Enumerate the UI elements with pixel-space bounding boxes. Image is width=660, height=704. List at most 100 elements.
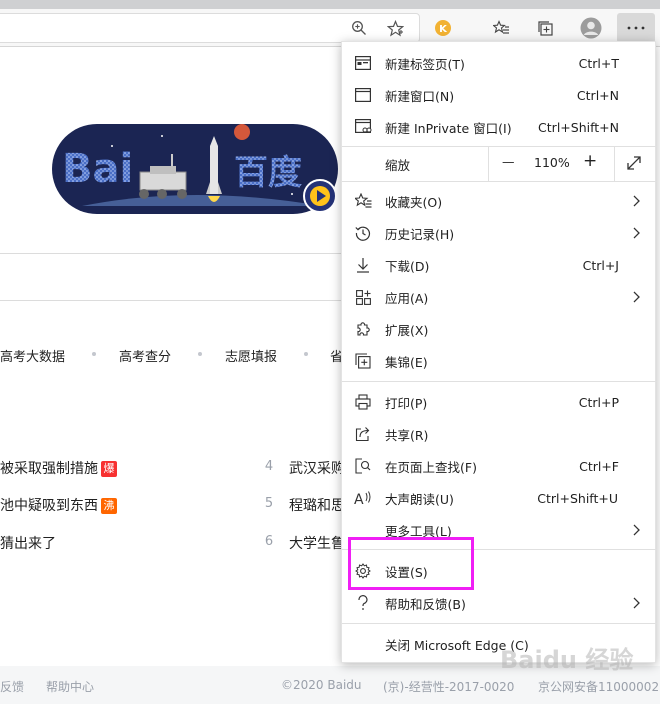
news-item-text: 猜出来了 — [0, 536, 56, 552]
news-item[interactable]: 池中疑吸到东西沸 — [0, 495, 117, 515]
footer-copyright: ©2020 Baidu — [281, 678, 362, 692]
separator-dot — [304, 352, 308, 356]
chevron-right-icon — [633, 524, 640, 536]
menu-item-label: 新建标签页(T) — [385, 56, 465, 72]
new-tab-icon — [354, 54, 372, 72]
menu-shortcut: Ctrl+F — [579, 458, 619, 474]
menu-separator — [342, 623, 657, 624]
print-icon — [354, 393, 372, 411]
menu-separator — [342, 381, 657, 382]
extension-icon[interactable]: K — [428, 13, 458, 43]
rank-number: 5 — [264, 496, 274, 511]
apps-icon — [354, 288, 372, 306]
favorites-list-icon[interactable] — [486, 13, 516, 43]
hot-link[interactable]: 高考大数据 — [0, 346, 65, 365]
news-item-text: 池中疑吸到东西 — [0, 498, 98, 514]
menu-shortcut: Ctrl+P — [578, 394, 619, 410]
menu-shortcut: Ctrl+N — [576, 87, 619, 103]
menu-new-tab[interactable]: 新建标签页(T) Ctrl+T — [342, 47, 657, 79]
menu-shortcut: Ctrl+T — [578, 55, 619, 71]
share-icon — [354, 425, 372, 443]
menu-favorites[interactable]: 收藏夹(O) — [342, 185, 657, 217]
menu-item-label: 下载(D) — [385, 258, 430, 274]
more-menu-icon[interactable] — [617, 13, 655, 43]
menu-find-on-page[interactable]: 在页面上查找(F) Ctrl+F — [342, 450, 657, 482]
menu-downloads[interactable]: 下载(D) Ctrl+J — [342, 249, 657, 281]
menu-collections[interactable]: 集锦(E) — [342, 345, 657, 377]
menu-item-label: 打印(P) — [385, 395, 428, 411]
news-item[interactable]: 大学生鲁 — [289, 533, 345, 553]
collections-icon — [354, 352, 372, 370]
menu-new-window[interactable]: 新建窗口(N) Ctrl+N — [342, 79, 657, 111]
search-box-bottom-border — [0, 300, 345, 301]
menu-extensions[interactable]: 扩展(X) — [342, 313, 657, 345]
chevron-right-icon — [633, 291, 640, 303]
menu-item-label: 帮助和反馈(B) — [385, 596, 466, 612]
hot-link[interactable]: 志愿填报 — [225, 346, 277, 365]
menu-item-label: 共享(R) — [385, 427, 429, 443]
footer-help-link[interactable]: 帮助中心 — [46, 678, 94, 695]
hot-badge: 爆 — [101, 461, 117, 477]
zoom-out-button[interactable]: — — [502, 154, 515, 169]
menu-item-label: 历史记录(H) — [385, 226, 455, 242]
menu-apps[interactable]: 应用(A) — [342, 281, 657, 313]
news-item[interactable]: 武汉采购 — [289, 458, 345, 478]
extensions-icon — [354, 320, 372, 338]
download-icon — [354, 256, 372, 274]
history-icon — [354, 224, 372, 242]
menu-separator — [342, 146, 657, 147]
title-bar-strip — [0, 0, 660, 9]
baidu-logo-text-right: 百度 — [234, 153, 302, 193]
footer-icp[interactable]: (京)-经营性-2017-0020 — [383, 678, 514, 695]
baidu-jingyan-watermark: Baidu 经验 — [500, 646, 634, 674]
menu-shortcut: Ctrl+Shift+U — [537, 490, 618, 506]
footer-police-record[interactable]: 京公网安备11000002 — [538, 678, 659, 695]
collections-icon[interactable] — [530, 13, 560, 43]
separator-dot — [92, 352, 96, 356]
svg-text:A: A — [354, 492, 364, 506]
read-aloud-icon: A — [354, 489, 372, 507]
profile-icon[interactable] — [576, 13, 606, 43]
menu-shortcut: Ctrl+Shift+N — [538, 119, 619, 135]
menu-item-label: 收藏夹(O) — [385, 194, 443, 210]
menu-item-label: 扩展(X) — [385, 322, 429, 338]
new-window-icon — [354, 86, 372, 104]
menu-help-and-feedback[interactable]: 帮助和反馈(B) — [342, 587, 657, 619]
menu-print[interactable]: 打印(P) Ctrl+P — [342, 386, 657, 418]
chevron-right-icon — [633, 227, 640, 239]
rank-number: 4 — [264, 459, 274, 474]
hot-link[interactable]: 高考查分 — [119, 346, 171, 365]
favorite-star-icon[interactable] — [380, 13, 410, 43]
favorites-icon — [354, 192, 372, 210]
menu-read-aloud[interactable]: A 大声朗读(U) Ctrl+Shift+U — [342, 482, 657, 514]
menu-item-label: 在页面上查找(F) — [385, 459, 477, 475]
baidu-logo-text-left: Bai — [62, 146, 133, 192]
footer-feedback-link[interactable]: 反馈 — [0, 678, 24, 695]
news-item[interactable]: 程璐和思 — [289, 495, 345, 515]
zoom-label: 缩放 — [385, 157, 411, 173]
menu-history[interactable]: 历史记录(H) — [342, 217, 657, 249]
boil-badge: 沸 — [101, 498, 117, 514]
baidu-doodle-logo[interactable]: Bai 百度 — [52, 124, 338, 214]
menu-share[interactable]: 共享(R) — [342, 418, 657, 450]
news-item[interactable]: 猜出来了 — [0, 533, 56, 553]
menu-shortcut: Ctrl+J — [582, 257, 619, 273]
zoom-divider — [488, 146, 489, 181]
zoom-divider — [614, 146, 615, 181]
fullscreen-icon[interactable] — [626, 155, 642, 175]
menu-item-label: 新建窗口(N) — [385, 88, 455, 104]
svg-text:K: K — [439, 24, 448, 35]
chevron-right-icon — [633, 597, 640, 609]
zoom-level: 110% — [534, 155, 570, 170]
inprivate-icon — [354, 118, 372, 136]
zoom-icon[interactable] — [344, 13, 374, 43]
chevron-right-icon — [633, 195, 640, 207]
settings-highlight-box — [348, 537, 474, 590]
find-icon — [354, 457, 372, 475]
menu-new-inprivate-window[interactable]: 新建 InPrivate 窗口(I) Ctrl+Shift+N — [342, 111, 657, 143]
search-box-top-border — [0, 253, 345, 254]
news-item[interactable]: 被采取强制措施爆 — [0, 458, 117, 478]
zoom-in-button[interactable]: + — [583, 151, 597, 171]
news-item-text: 被采取强制措施 — [0, 461, 98, 477]
rank-number: 6 — [264, 534, 274, 549]
